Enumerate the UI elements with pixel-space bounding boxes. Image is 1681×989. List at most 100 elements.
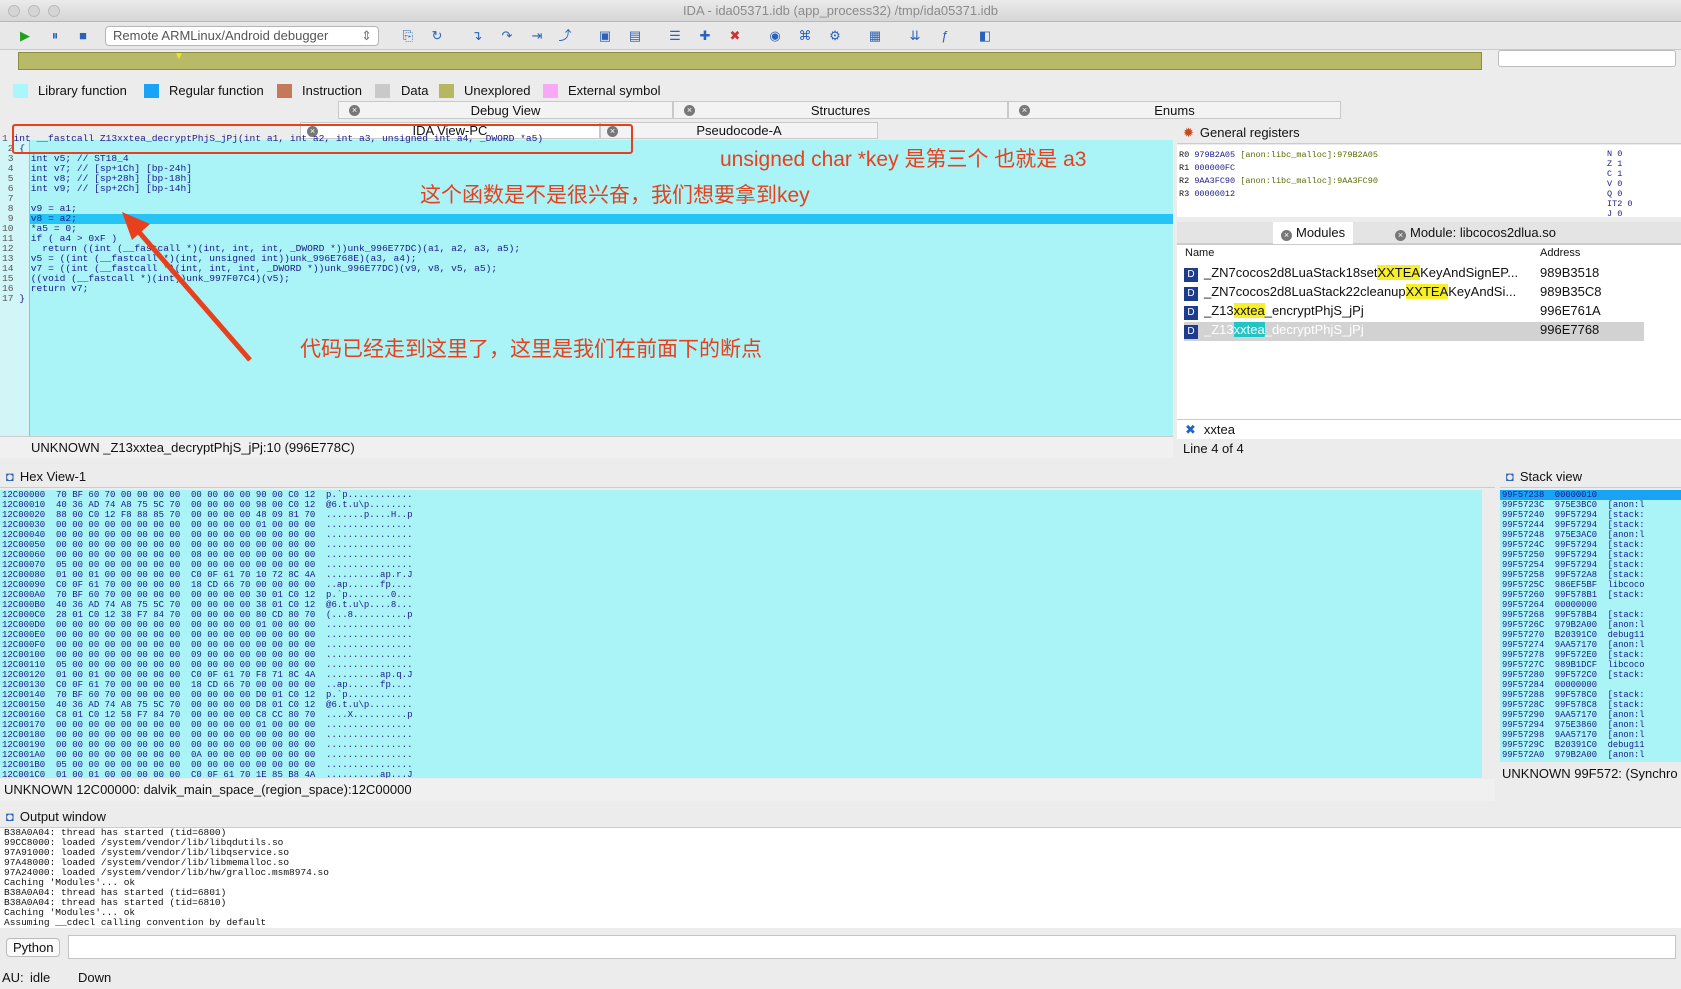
segment-icon[interactable]: ⇊ xyxy=(906,27,924,45)
attach-icon[interactable]: ⎘ xyxy=(399,27,417,45)
close-tab-icon[interactable]: × xyxy=(1281,230,1292,241)
run-to-cursor-icon[interactable]: ⇥ xyxy=(528,27,546,45)
flag-row: Z 1 xyxy=(1607,159,1633,169)
stack-row: 99F57264 00000000 xyxy=(1502,600,1598,610)
close-window-button[interactable] xyxy=(8,5,20,17)
stack-row: 99F57250 99F57294 [stack: xyxy=(1502,550,1645,560)
module-icon[interactable]: ▦ xyxy=(866,27,884,45)
function-icon: D xyxy=(1184,268,1198,282)
tab-pseudocode-a[interactable]: × Pseudocode-A xyxy=(600,122,878,139)
stack-list[interactable]: 99F57238 00000010 99F5723C 975E3BC0 [anon… xyxy=(1500,490,1681,762)
graph-icon[interactable]: ◧ xyxy=(976,27,994,45)
zoom-window-button[interactable] xyxy=(48,5,60,17)
window-titlebar: IDA - ida05371.idb (app_process32) /tmp/… xyxy=(0,0,1681,22)
start-process-icon[interactable]: ▶ xyxy=(16,27,34,45)
output-line: Assuming __cdecl calling convention by d… xyxy=(4,917,267,928)
stack-row: 99F5728C 99F578C8 [stack: xyxy=(1502,700,1645,710)
module-address: 989B3518 xyxy=(1540,265,1600,280)
close-tab-icon[interactable]: × xyxy=(684,105,695,116)
return-icon[interactable]: ⤴ xyxy=(556,27,574,45)
register-value: 9AA3FC90 xyxy=(1194,176,1241,186)
tab-debug-view[interactable]: × Debug View xyxy=(338,101,673,119)
close-tab-icon[interactable]: × xyxy=(1019,105,1030,116)
flag-row: Q 0 xyxy=(1607,189,1633,199)
search-highlight: XXTEA xyxy=(1405,284,1449,299)
flag-row: C 1 xyxy=(1607,169,1633,179)
annotation-key: unsigned char *key 是第三个 也就是 a3 xyxy=(720,148,1087,171)
flag-name: IT2 xyxy=(1607,199,1628,209)
step-into-icon[interactable]: ↴ xyxy=(468,27,486,45)
module-name-prefix: _Z13 xyxy=(1204,303,1234,318)
search-close-icon[interactable]: ✖ xyxy=(1185,422,1196,437)
step-over-icon[interactable]: ↷ xyxy=(498,27,516,45)
minimize-window-button[interactable] xyxy=(28,5,40,17)
registers-panel: R0 979B2A05 [anon:libc_malloc]:979B2A05 R… xyxy=(1177,145,1681,219)
hexview-status: UNKNOWN 12C00000: dalvik_main_space_(reg… xyxy=(0,779,1495,801)
nav-position-marker: ▼ xyxy=(174,51,184,62)
status-state: idle xyxy=(30,970,51,985)
pause-icon[interactable]: ⏸ xyxy=(46,27,64,45)
flag-name: Q xyxy=(1607,189,1618,199)
close-tab-icon[interactable]: × xyxy=(349,105,360,116)
tab-module-libcocos[interactable]: × Module: libcocos2dlua.so xyxy=(1387,222,1564,244)
hexview-title: Hex View-1 xyxy=(19,469,87,484)
navigation-band[interactable]: ▼ xyxy=(18,51,1482,70)
module-row[interactable]: D _ZN7cocos2d8LuaStack22cleanupXXTEAKeyAn… xyxy=(1184,284,1601,303)
function-icon[interactable]: ƒ xyxy=(936,27,954,45)
python-bar: Python xyxy=(0,932,1681,964)
search-input[interactable]: xxtea xyxy=(1204,422,1235,437)
module-row[interactable]: D _ZN7cocos2d8LuaStack18setXXTEAKeyAndSig… xyxy=(1184,265,1599,284)
registers-header: ✹ General registers xyxy=(1177,122,1681,144)
add-breakpoint-icon[interactable]: ✚ xyxy=(696,27,714,45)
list-icon[interactable]: ☰ xyxy=(666,27,684,45)
output-line: 97A24000: loaded /system/vendor/lib/hw/g… xyxy=(4,867,329,878)
code-line: 6 int v9; // [sp+2Ch] [bp-14h] xyxy=(2,184,192,194)
legend-label: Library function xyxy=(38,83,127,98)
module-address: 996E761A xyxy=(1540,303,1601,318)
hex-dump[interactable]: 12C00000 70 BF 60 70 00 00 00 00 00 00 0… xyxy=(0,490,1482,778)
tab-label: Module: libcocos2dlua.so xyxy=(1410,225,1556,240)
modules-line-info: Line 4 of 4 xyxy=(1183,441,1244,456)
trace-icon[interactable]: ⌘ xyxy=(796,27,814,45)
flag-row: V 0 xyxy=(1607,179,1633,189)
stack-status: UNKNOWN 99F572: (Synchro xyxy=(1502,766,1678,781)
register-name: R1 xyxy=(1179,163,1195,173)
tracing-options-icon[interactable]: ⚙ xyxy=(826,27,844,45)
module-name-prefix: _ZN7cocos2d8LuaStack18set xyxy=(1204,265,1378,280)
debugger-select[interactable]: Remote ARMLinux/Android debugger ⇕ xyxy=(105,26,379,46)
module-row[interactable]: D _Z13xxtea_decryptPhjS_jPj 996E7768 xyxy=(1184,322,1644,341)
stack-icon: ◘ xyxy=(1506,469,1514,484)
flag-name: J xyxy=(1607,209,1618,219)
stop-icon[interactable]: ■ xyxy=(74,27,92,45)
legend-label: Regular function xyxy=(169,83,264,98)
stack-row: 99F57280 99F572C0 [stack: xyxy=(1502,670,1645,680)
register-row: R1 000000FC xyxy=(1179,162,1378,175)
navigation-combo[interactable] xyxy=(1498,50,1676,67)
status-bar: AU: idle Down xyxy=(0,966,1681,989)
flag-row: J 0 xyxy=(1607,209,1633,219)
module-row[interactable]: D _Z13xxtea_encryptPhjS_jPj 996E761A xyxy=(1184,303,1601,322)
delete-breakpoint-icon[interactable]: ✖ xyxy=(726,27,744,45)
flag-value: 1 xyxy=(1617,159,1623,169)
register-row: R2 9AA3FC90 [anon:libc_malloc]:9AA3FC90 xyxy=(1179,175,1378,188)
column-header-name: Name xyxy=(1185,247,1215,259)
register-value: 00000012 xyxy=(1194,189,1236,199)
stack-row: 99F57258 99F572A8 [stack: xyxy=(1502,570,1645,580)
modules-list: Name Address D _ZN7cocos2d8LuaStack18setX… xyxy=(1177,244,1681,419)
tab-structures[interactable]: × Structures xyxy=(673,101,1008,119)
watch-icon[interactable]: ◉ xyxy=(766,27,784,45)
tab-modules[interactable]: × Modules xyxy=(1273,222,1354,244)
window-icon[interactable]: ▣ xyxy=(596,27,614,45)
refresh-icon[interactable]: ↻ xyxy=(428,27,446,45)
tab-enums[interactable]: × Enums xyxy=(1008,101,1341,119)
hex-row: 12C00010 40 36 AD 74 A8 75 5C 70 00 00 0… xyxy=(2,500,413,510)
stack-row: 99F57290 9AA57170 [anon:l xyxy=(1502,710,1645,720)
python-button[interactable]: Python xyxy=(6,938,61,957)
register-name: R2 xyxy=(1179,176,1195,186)
close-tab-icon[interactable]: × xyxy=(1395,230,1406,241)
hex-row: 12C000B0 40 36 AD 74 A8 75 5C 70 00 00 0… xyxy=(2,600,413,610)
python-command-input[interactable] xyxy=(68,935,1676,959)
pseudocode-view[interactable]: 1 int __fastcall Z13xxtea_decryptPhjS_jP… xyxy=(0,124,1173,443)
register-value: 979B2A05 xyxy=(1194,150,1241,160)
layout-icon[interactable]: ▤ xyxy=(626,27,644,45)
